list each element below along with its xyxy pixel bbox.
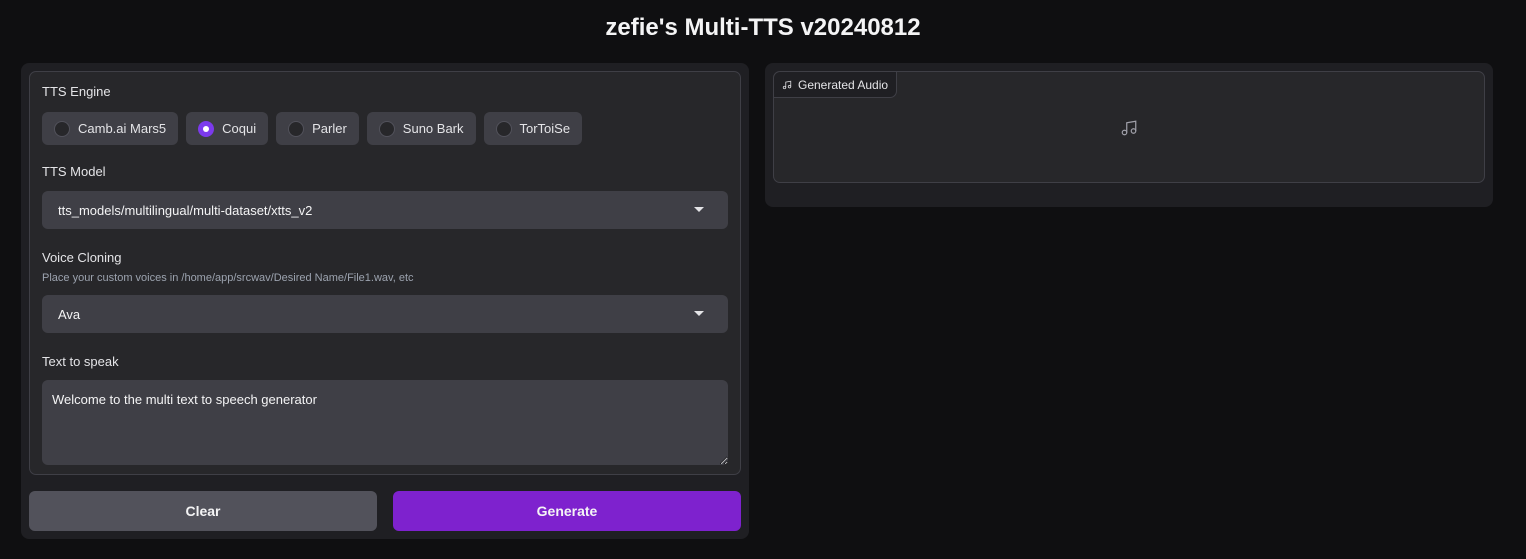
radio-option-label: Coqui (222, 121, 257, 136)
generated-audio-box: Generated Audio (773, 71, 1485, 183)
audio-placeholder (1120, 119, 1138, 142)
radio-option-label: Camb.ai Mars5 (78, 121, 167, 136)
music-note-icon (782, 80, 792, 89)
radio-circle-icon[interactable] (378, 120, 395, 137)
tts-model-label: TTS Model (42, 164, 106, 179)
radio-circle-icon[interactable] (288, 120, 305, 137)
generate-button[interactable]: Generate (393, 491, 741, 531)
radio-circle-icon[interactable] (54, 120, 70, 137)
tts-model-value: tts_models/multilingual/multi-dataset/xt… (58, 202, 313, 218)
radio-option-suno-bark[interactable]: Suno Bark (366, 112, 476, 145)
radio-circle-checked-icon[interactable] (198, 120, 215, 137)
form-box: TTS Engine Camb.ai Mars5 Coqui Parler Su… (29, 71, 741, 475)
voice-cloning-dropdown[interactable]: Ava (42, 295, 728, 333)
radio-option-tortoise[interactable]: TorToiSe (483, 112, 583, 145)
voice-cloning-value: Ava (58, 306, 81, 322)
music-note-icon (1121, 120, 1137, 136)
radio-option-label: Suno Bark (402, 121, 464, 136)
radio-circle-icon[interactable] (495, 120, 512, 137)
radio-option-coqui[interactable]: Coqui (186, 112, 269, 145)
generated-audio-tab: Generated Audio (774, 72, 898, 98)
radio-option-mars5[interactable]: Camb.ai Mars5 (42, 112, 179, 145)
output-panel: Generated Audio (765, 63, 1493, 207)
voice-cloning-info: Place your custom voices in /home/app/sr… (42, 272, 414, 284)
tts-model-dropdown[interactable]: tts_models/multilingual/multi-dataset/xt… (42, 191, 728, 229)
chevron-down-icon[interactable] (694, 207, 704, 212)
input-panel: TTS Engine Camb.ai Mars5 Coqui Parler Su… (21, 63, 749, 539)
radio-option-label: Parler (312, 121, 347, 136)
page-title: zefie's Multi-TTS v20240812 (605, 14, 921, 41)
tts-engine-label: TTS Engine (42, 84, 111, 99)
chevron-down-icon[interactable] (694, 311, 704, 316)
text-to-speak-input[interactable]: Welcome to the multi text to speech gene… (42, 380, 728, 465)
text-to-speak-label: Text to speak (42, 354, 119, 369)
generated-audio-label: Generated Audio (798, 77, 889, 92)
voice-cloning-label: Voice Cloning (42, 250, 122, 265)
radio-option-parler[interactable]: Parler (276, 112, 359, 145)
clear-button[interactable]: Clear (29, 491, 377, 531)
tts-engine-radio-group: Camb.ai Mars5 Coqui Parler Suno Bark Tor… (42, 112, 583, 145)
radio-option-label: TorToiSe (519, 121, 571, 136)
